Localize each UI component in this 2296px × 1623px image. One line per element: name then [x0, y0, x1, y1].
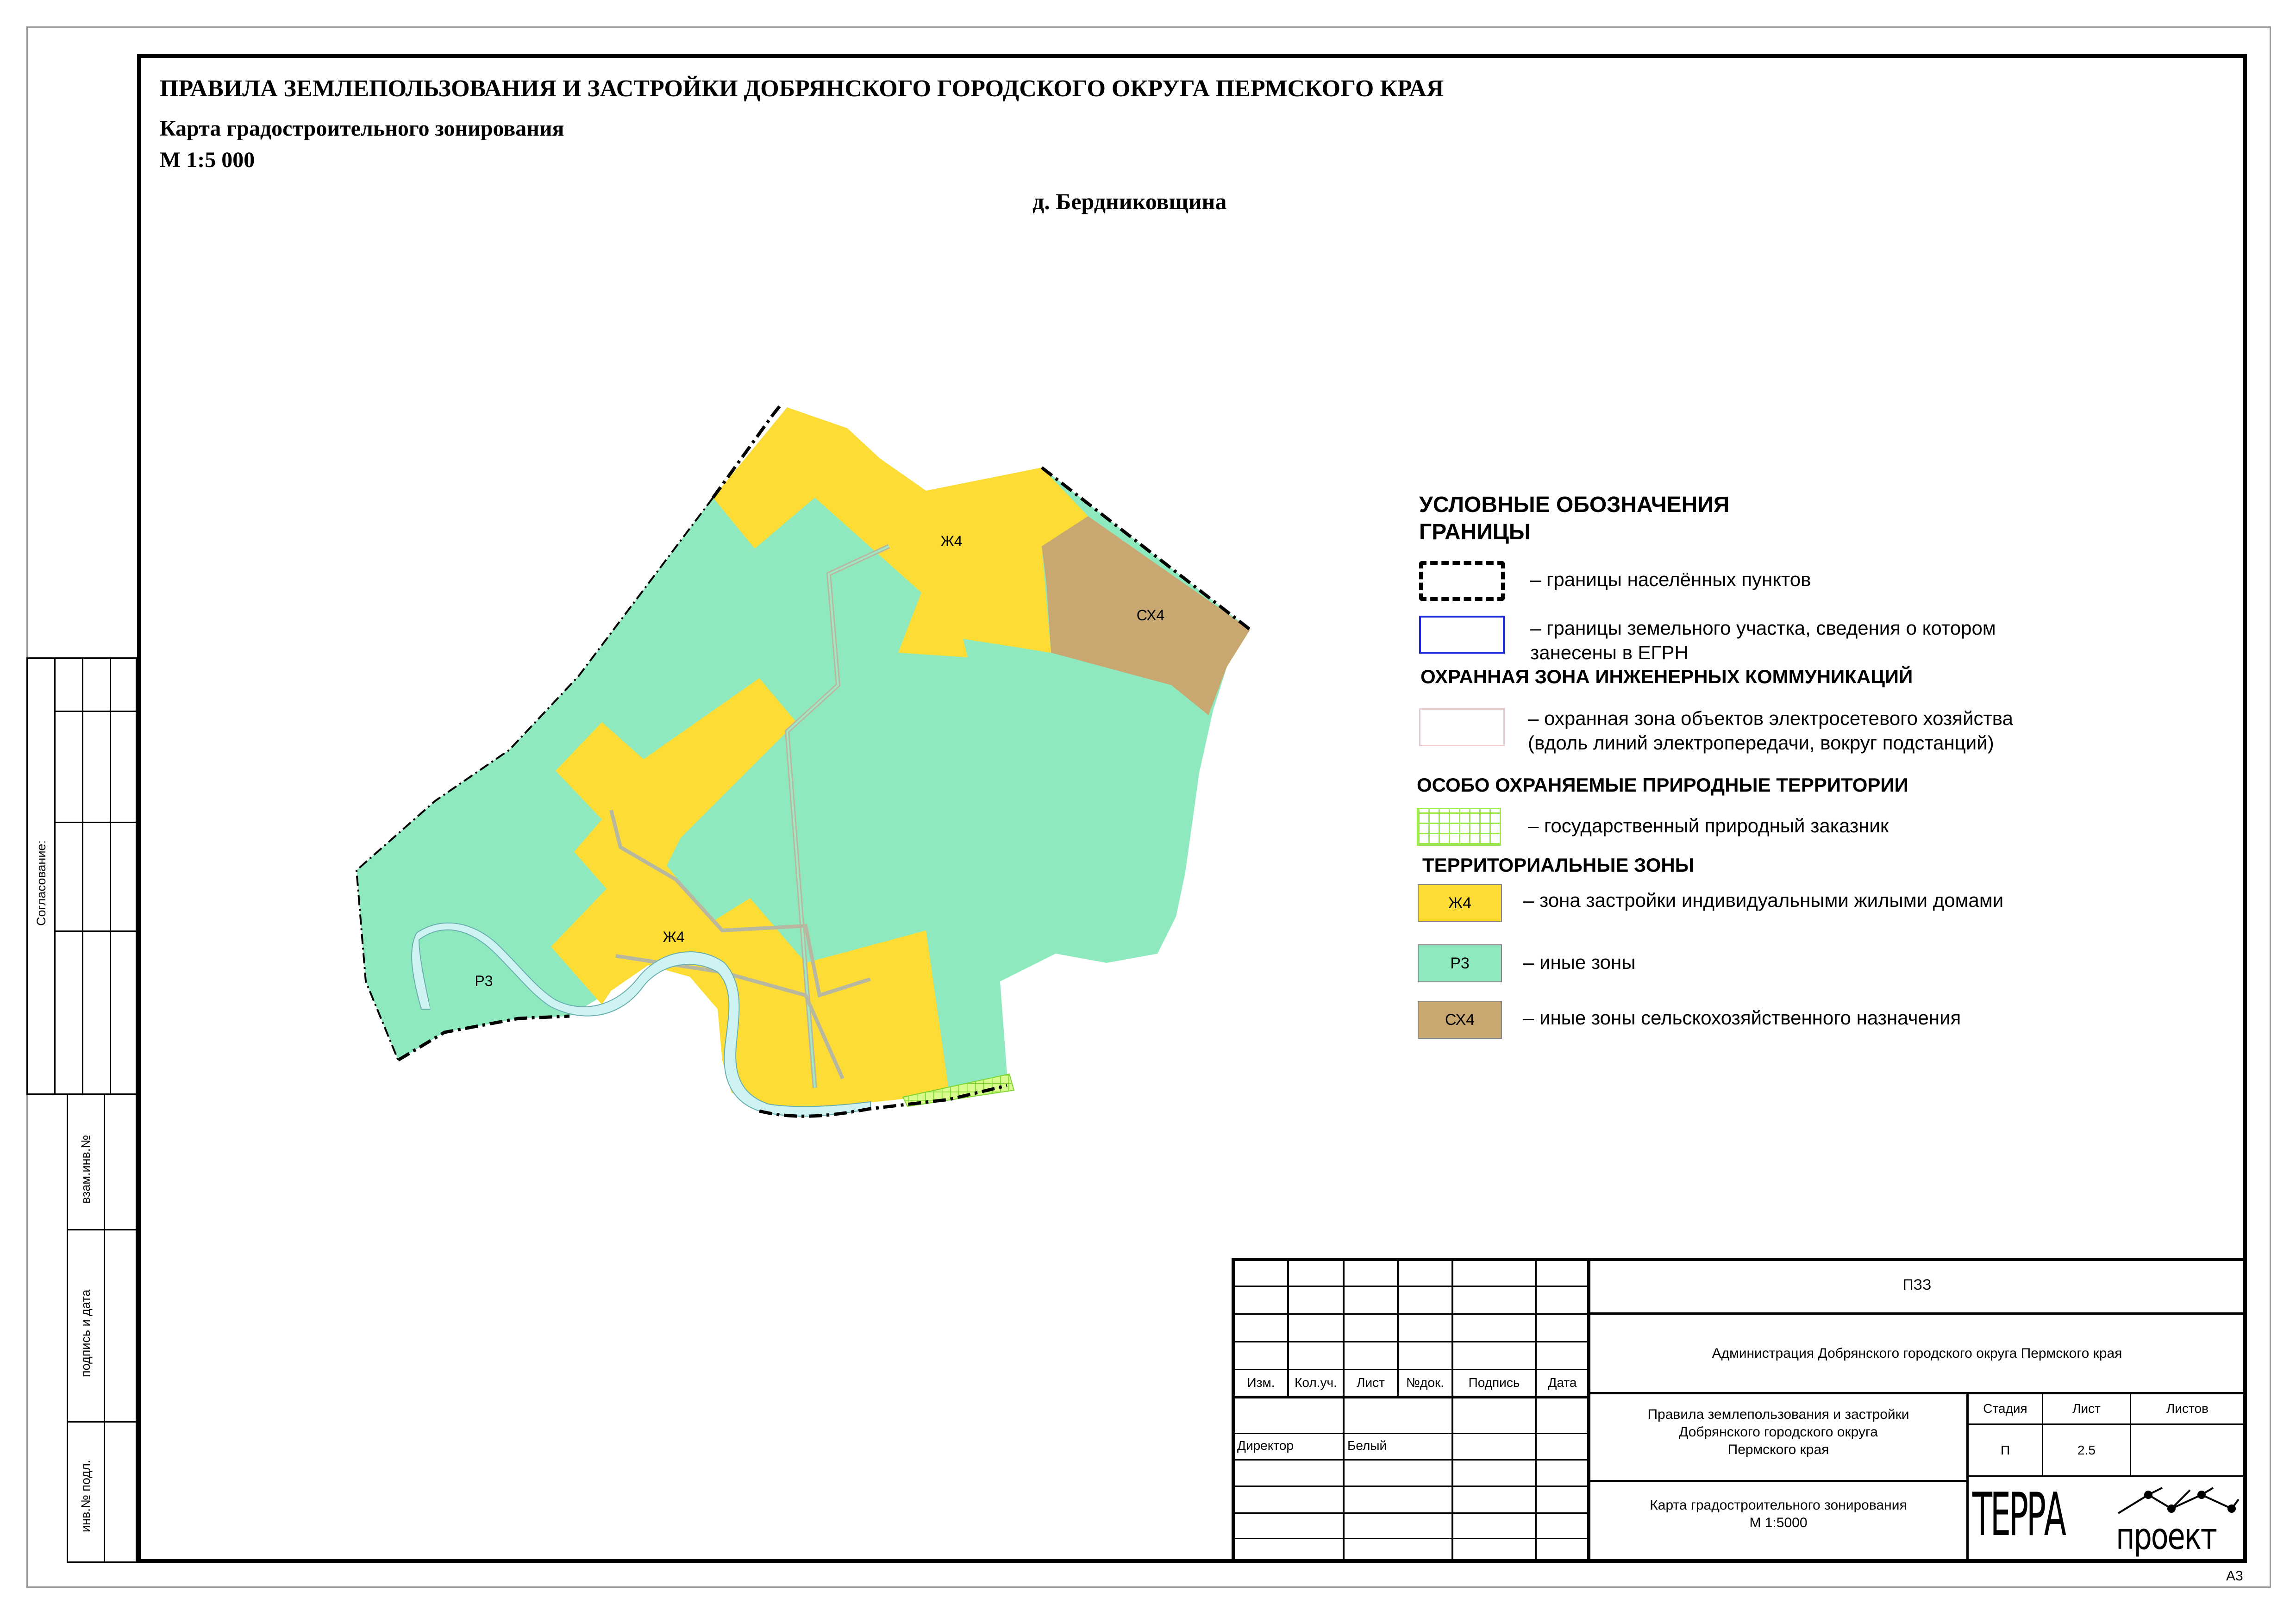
legend-power-zone-swatch	[1419, 708, 1505, 746]
legend-sx4-text: – иные зоны сельскохозяйственного назнач…	[1523, 1007, 1961, 1029]
legend-settlement-border-swatch	[1419, 561, 1505, 601]
tb-grid	[1232, 1341, 1589, 1342]
tb-grid	[1232, 1286, 1589, 1287]
sx4-label: СХ4	[1137, 607, 1164, 624]
legend-reserve-swatch	[1417, 808, 1501, 846]
tb-grid	[1232, 1512, 1589, 1514]
tb-sheet: 2.5	[2077, 1443, 2096, 1457]
tb-grid	[1966, 1392, 1969, 1563]
legend-protected-heading: ОСОБО ОХРАНЯЕМЫЕ ПРИРОДНЫЕ ТЕРРИТОРИИ	[1417, 774, 1908, 796]
tb-sheets-label: Листов	[2166, 1401, 2208, 1416]
legend-zh4-text: – зона застройки индивидуальными жилыми …	[1523, 889, 2004, 911]
tb-grid	[1343, 1258, 1345, 1563]
r3-label: Р3	[475, 973, 493, 989]
tb-col-list: Лист	[1357, 1375, 1385, 1390]
tb-grid	[1966, 1475, 2247, 1477]
tb-organization: Администрация Добрянского городского окр…	[1712, 1346, 2122, 1361]
logo-main-text: ТЕРРА	[1972, 1480, 2066, 1549]
tb-grid	[1232, 1313, 1589, 1315]
legend-zh4-swatch: Ж4	[1418, 884, 1502, 922]
terra-logo: ТЕРРА проект	[1972, 1481, 2244, 1563]
tb-stage: П	[2000, 1443, 2010, 1457]
legend-r3-code: Р3	[1450, 954, 1470, 972]
tb-stage-label: Стадия	[1983, 1401, 2027, 1416]
zh4-bottom-label: Ж4	[663, 929, 684, 945]
tb-border	[1232, 1258, 1235, 1563]
legend-parcel-border-text-2: занесены в ЕГРН	[1530, 642, 1689, 663]
tb-grid	[1587, 1258, 1590, 1563]
tb-grid	[1589, 1392, 2247, 1394]
tb-sheet-label: Лист	[2072, 1401, 2101, 1416]
tb-grid	[1232, 1369, 1589, 1370]
zh4-top-label: Ж4	[940, 533, 962, 549]
tb-grid	[1232, 1538, 1589, 1539]
tb-grid	[1589, 1480, 1967, 1482]
tb-doc-line1: Правила землепользования и застройки	[1647, 1407, 1909, 1422]
legend-reserve-text: – государственный природный заказник	[1528, 815, 1889, 836]
title-block: Изм. Кол.уч. Лист №док. Подпись Дата Дир…	[1232, 1258, 2247, 1563]
legend-r3-swatch: Р3	[1418, 944, 1502, 982]
legend-power-zone-text-2: (вдоль линий электропередачи, вокруг под…	[1528, 732, 1994, 754]
legend-zh4-code: Ж4	[1448, 894, 1472, 912]
tb-name: Белый	[1347, 1438, 1387, 1453]
tb-border	[1232, 1258, 2247, 1261]
tb-col-ndok: №док.	[1406, 1375, 1444, 1390]
tb-grid	[1966, 1423, 2247, 1425]
tb-col-podpis: Подпись	[1468, 1375, 1520, 1390]
legend-sx4-code: СХ4	[1445, 1011, 1475, 1029]
tb-border	[2244, 1258, 2247, 1563]
tb-doc-line2: Добрянского городского округа	[1679, 1424, 1878, 1440]
tb-doc-line3: Пермского края	[1727, 1442, 1829, 1457]
tb-grid	[1451, 1258, 1453, 1563]
tb-map-line2: М 1:5000	[1749, 1515, 1808, 1530]
tb-grid	[1232, 1396, 1589, 1398]
legend-power-zone-text: – охранная зона объектов электросетевого…	[1528, 707, 2013, 729]
legend-borders-heading: ГРАНИЦЫ	[1419, 520, 1531, 544]
tb-col-izm: Изм.	[1247, 1375, 1275, 1390]
logo-sub-text: проект	[2116, 1516, 2217, 1558]
tb-grid	[1589, 1312, 2247, 1315]
legend-engineering-heading: ОХРАННАЯ ЗОНА ИНЖЕНЕРНЫХ КОММУНИКАЦИЙ	[1420, 666, 1913, 687]
tb-map-line1: Карта градостроительного зонирования	[1650, 1498, 1907, 1513]
tb-grid	[1535, 1258, 1537, 1563]
legend-heading: УСЛОВНЫЕ ОБОЗНАЧЕНИЯ	[1419, 493, 1730, 517]
tb-role: Директор	[1237, 1438, 1294, 1453]
legend-parcel-border-swatch	[1419, 616, 1505, 654]
legend-sx4-swatch: СХ4	[1418, 1001, 1502, 1039]
legend-r3-text: – иные зоны	[1523, 951, 1636, 973]
legend-parcel-border-text: – границы земельного участка, сведения о…	[1530, 617, 1996, 639]
legend-settlement-border-text: – границы населённых пунктов	[1530, 568, 1811, 590]
tb-col-data: Дата	[1548, 1375, 1577, 1390]
tb-grid	[1232, 1433, 1589, 1434]
format-label: А3	[2226, 1568, 2243, 1584]
tb-grid	[1232, 1486, 1589, 1487]
tb-grid	[1232, 1459, 1589, 1461]
legend-zones-heading: ТЕРРИТОРИАЛЬНЫЕ ЗОНЫ	[1422, 854, 1694, 876]
tb-code: ПЗЗ	[1902, 1276, 1932, 1293]
tb-col-kolvo: Кол.уч.	[1295, 1375, 1337, 1390]
